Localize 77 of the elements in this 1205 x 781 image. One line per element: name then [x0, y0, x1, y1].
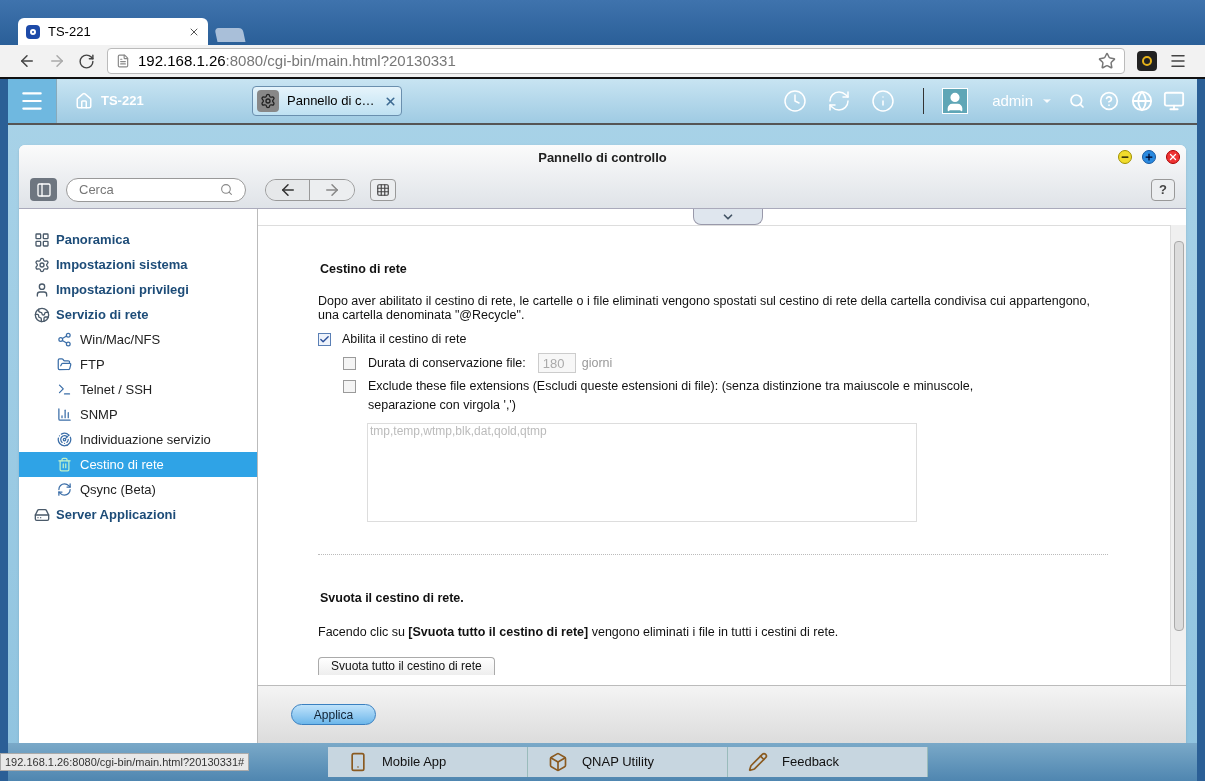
pencil-icon: [748, 752, 768, 772]
sidebar-subitem[interactable]: Qsync (Beta): [19, 477, 257, 502]
empty-recycle-bin-button[interactable]: Svuota tutto il cestino di rete: [318, 657, 495, 675]
minimize-icon[interactable]: [1118, 150, 1132, 164]
grid-icon: [34, 231, 50, 248]
help-button[interactable]: ?: [1151, 178, 1175, 201]
dock-item[interactable]: QNAP Utility: [528, 747, 728, 777]
home-icon: [75, 92, 93, 110]
checkbox-label: Abilita il cestino di rete: [342, 331, 467, 347]
main-menu-button[interactable]: [8, 79, 56, 123]
window-title: Pannello di controllo: [538, 149, 667, 168]
sidebar-subitem[interactable]: Telnet / SSH: [19, 377, 257, 402]
tab-title: TS-221: [48, 22, 92, 41]
dock-item[interactable]: Feedback: [728, 747, 928, 777]
bar-chart-icon: [57, 407, 72, 422]
phone-icon: [348, 752, 368, 772]
box-icon: [548, 752, 568, 772]
sidebar-item[interactable]: Server Applicazioni: [19, 502, 257, 527]
checkbox-label: Exclude these file extensions (Escludi queste estensioni di file): (senza distinzione tra maiuscole e minuscole, separazione con virgola ','): [368, 378, 975, 414]
panel-icon: [35, 181, 52, 198]
forward-icon[interactable]: [48, 52, 66, 70]
close-icon[interactable]: [384, 94, 397, 108]
extension-icon[interactable]: [1137, 51, 1157, 71]
sidebar-item[interactable]: Impostazioni privilegi: [19, 277, 257, 302]
sidebar-subitem[interactable]: SNMP: [19, 402, 257, 427]
sidebar-subitem[interactable]: Individuazione servizio: [19, 427, 257, 452]
checkbox[interactable]: [318, 332, 331, 346]
sidebar-item[interactable]: Servizio di rete: [19, 302, 257, 327]
new-tab-button[interactable]: [214, 28, 246, 42]
menu-icon[interactable]: [1169, 52, 1187, 70]
dock-item[interactable]: Mobile App: [328, 747, 528, 777]
globe-icon: [34, 306, 50, 323]
description-text: Facendo clic su [Svuota tutto il cestino di rete] vengono eliminati i file in tutti i cestini di rete.: [318, 625, 840, 640]
address-bar[interactable]: 192.168.1.26:8080/cgi-bin/main.html?20130331: [107, 48, 1125, 74]
gear-icon: [257, 90, 279, 112]
sidebar-item[interactable]: Impostazioni sistema: [19, 252, 257, 277]
bookmark-star-icon[interactable]: [1098, 52, 1116, 70]
user-icon: [34, 281, 50, 298]
forward-button[interactable]: [310, 179, 354, 200]
search-icon: [220, 183, 233, 196]
grid-icon: [376, 182, 390, 197]
sidebar-subitem[interactable]: Win/Mac/NFS: [19, 327, 257, 352]
drive-icon: [34, 506, 50, 523]
apply-button[interactable]: Applica: [291, 704, 376, 725]
section-title: Cestino di rete: [320, 262, 408, 277]
avatar-icon[interactable]: [942, 88, 969, 114]
collapse-tab[interactable]: [693, 209, 763, 225]
radar-icon: [57, 432, 72, 447]
back-button[interactable]: [266, 179, 310, 200]
browser-tab[interactable]: TS-221: [18, 18, 208, 45]
check-icon: [319, 333, 330, 345]
apps-grid-button[interactable]: [370, 178, 396, 201]
search-input[interactable]: Cerca: [79, 179, 220, 200]
checkbox-label: Durata di conservazione file:: [368, 355, 526, 371]
sync-icon: [57, 482, 72, 497]
back-icon[interactable]: [18, 52, 36, 70]
scrollbar[interactable]: [1170, 225, 1186, 685]
maximize-icon[interactable]: [1142, 150, 1156, 164]
trash-icon: [57, 457, 72, 472]
reload-icon[interactable]: [78, 52, 95, 70]
page-icon: [116, 54, 130, 68]
sidebar-toggle-button[interactable]: [30, 178, 57, 201]
status-url: 192.168.1.26:8080/cgi-bin/main.html?20130331#: [0, 753, 250, 771]
gear-icon: [34, 256, 50, 273]
network-icon: [57, 332, 72, 347]
app-tab[interactable]: Pannello di c…: [252, 86, 402, 116]
url-text: 192.168.1.26:8080/cgi-bin/main.html?20130331: [138, 50, 457, 71]
sidebar-subitem[interactable]: FTP: [19, 352, 257, 377]
search-field[interactable]: Cerca: [66, 177, 246, 202]
description-text: Dopo aver abilitato il cestino di rete, le cartelle o i file eliminati vengono spostati sul cestino di rete della cartella condivisa cui appartengono, una cartella denominata "@Recycle".: [318, 294, 1091, 322]
app-logo-icon: [26, 24, 40, 39]
close-icon[interactable]: [1166, 150, 1180, 164]
unit-label: giorni: [581, 355, 613, 371]
sidebar-item[interactable]: Panoramica: [19, 227, 257, 252]
terminal-icon: [57, 382, 72, 397]
section-title: Svuota il cestino di rete.: [320, 591, 465, 606]
folder-icon: [57, 357, 72, 372]
